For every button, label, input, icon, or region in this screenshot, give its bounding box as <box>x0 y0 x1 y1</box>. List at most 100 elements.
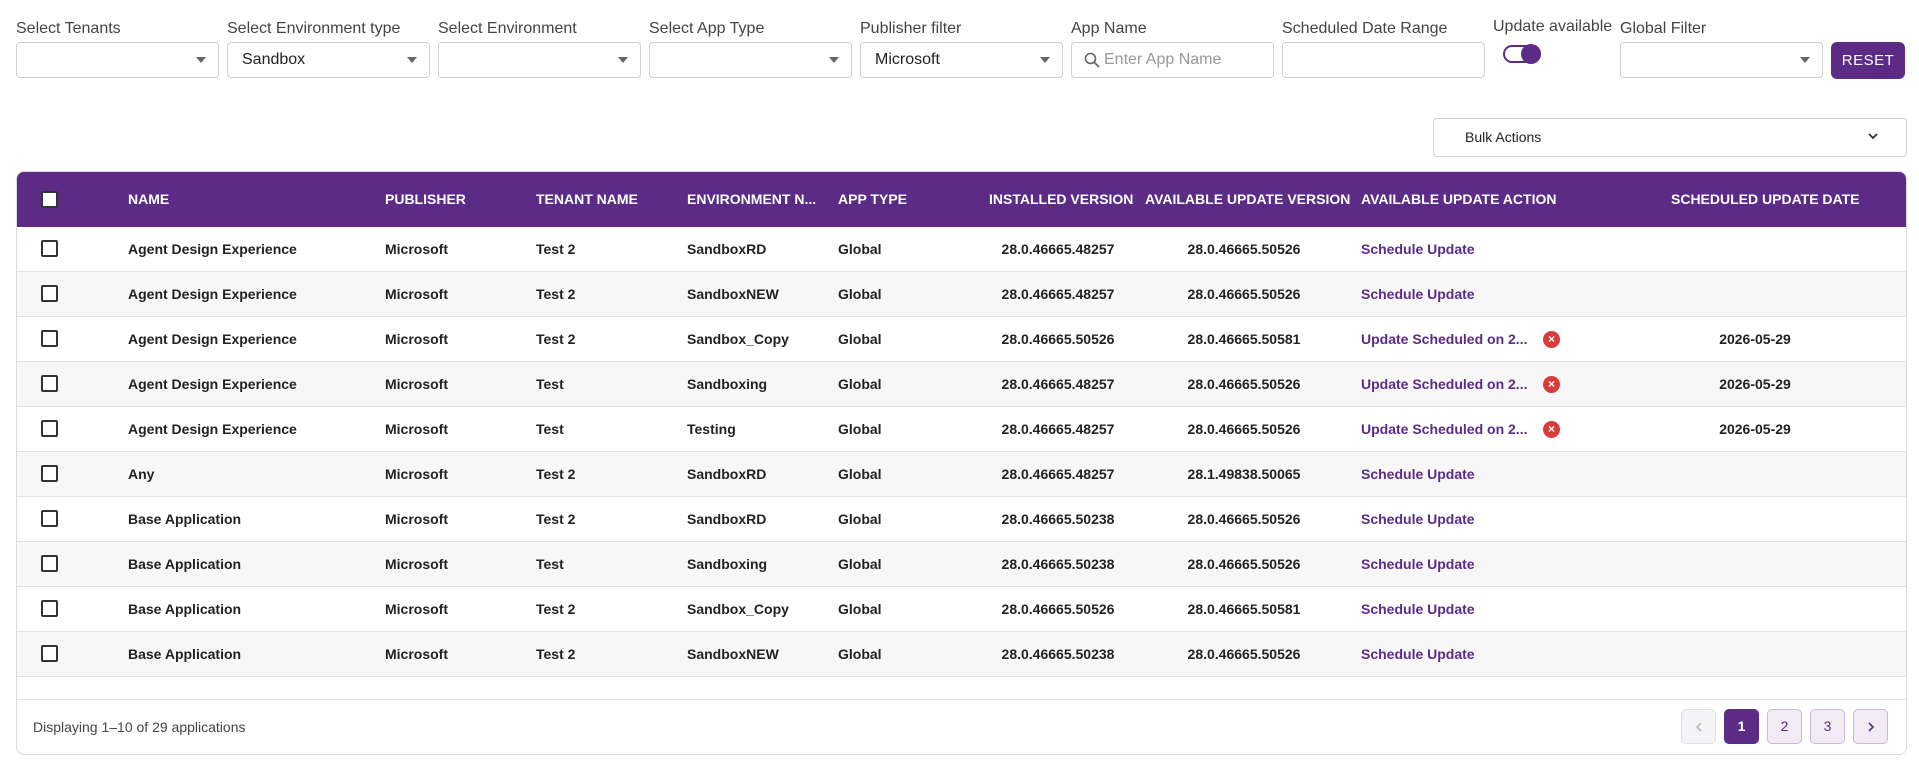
chevron-down-icon <box>1868 133 1878 140</box>
bulk-actions-dropdown[interactable]: Bulk Actions <box>1433 118 1907 157</box>
table-footer: Displaying 1–10 of 29 applications 1 2 3 <box>17 699 1906 754</box>
cancel-schedule-icon[interactable]: × <box>1543 331 1560 348</box>
page-1-button[interactable]: 1 <box>1724 709 1759 744</box>
cell-publisher: Microsoft <box>385 556 448 572</box>
tenants-select[interactable] <box>16 42 219 78</box>
environment-select[interactable] <box>438 42 641 78</box>
app-name-label: App Name <box>1071 20 1147 37</box>
schedule-update-link[interactable]: Schedule Update <box>1361 497 1475 541</box>
row-checkbox[interactable] <box>41 645 58 662</box>
toggle-knob <box>1521 44 1541 64</box>
cell-name: Agent Design Experience <box>128 286 297 302</box>
app-type-select[interactable] <box>649 42 852 78</box>
cell-publisher: Microsoft <box>385 646 448 662</box>
cell-environment: Sandbox_Copy <box>687 601 789 617</box>
row-checkbox[interactable] <box>41 375 58 392</box>
cell-available-version: 28.0.46665.50526 <box>1187 646 1301 662</box>
date-range-input[interactable] <box>1282 42 1485 78</box>
col-installed-version[interactable]: INSTALLED VERSION <box>989 172 1133 227</box>
cell-environment: Sandbox_Copy <box>687 331 789 347</box>
cell-name: Agent Design Experience <box>128 241 297 257</box>
cancel-schedule-icon[interactable]: × <box>1543 376 1560 393</box>
app-name-field[interactable] <box>1071 42 1274 78</box>
select-all-checkbox[interactable] <box>41 191 58 208</box>
cell-environment: SandboxRD <box>687 466 767 482</box>
col-publisher[interactable]: PUBLISHER <box>385 172 466 227</box>
schedule-update-link[interactable]: Schedule Update <box>1361 272 1475 316</box>
page-2-button[interactable]: 2 <box>1767 709 1802 744</box>
publisher-filter: Publisher filter Microsoft <box>860 18 1063 78</box>
cell-environment: SandboxNEW <box>687 286 779 302</box>
col-environment[interactable]: ENVIRONMENT N... <box>687 172 816 227</box>
table-row[interactable]: Any Microsoft Test 2 SandboxRD Global 28.0.46… <box>17 452 1906 497</box>
col-available-version[interactable]: AVAILABLE UPDATE VERSION <box>1145 172 1350 227</box>
row-checkbox[interactable] <box>41 285 58 302</box>
cell-app-type: Global <box>838 646 882 662</box>
row-checkbox[interactable] <box>41 330 58 347</box>
table-row[interactable]: Base Application Microsoft Test 2 SandboxRD… <box>17 497 1906 542</box>
prev-page-button[interactable] <box>1681 709 1716 744</box>
environment-label: Select Environment <box>438 20 577 37</box>
app-name-filter: App Name <box>1071 18 1274 78</box>
pagination-summary: Displaying 1–10 of 29 applications <box>33 719 246 735</box>
app-type-filter: Select App Type <box>649 18 852 78</box>
page-3-button[interactable]: 3 <box>1810 709 1845 744</box>
col-update-action[interactable]: AVAILABLE UPDATE ACTION <box>1361 172 1556 227</box>
schedule-update-link[interactable]: Schedule Update <box>1361 542 1475 586</box>
row-checkbox[interactable] <box>41 555 58 572</box>
cell-installed-version: 28.0.46665.50238 <box>1001 556 1115 572</box>
table-row[interactable]: Base Application Microsoft Test 2 Sandbox_C… <box>17 587 1906 632</box>
app-name-input[interactable] <box>1104 43 1264 77</box>
col-tenant[interactable]: TENANT NAME <box>536 172 638 227</box>
chevron-left-icon <box>1695 722 1702 732</box>
row-checkbox[interactable] <box>41 420 58 437</box>
table-row[interactable]: Base Application Microsoft Test Sandboxing G… <box>17 542 1906 587</box>
table-row[interactable]: Agent Design Experience Microsoft Test 2 Sa… <box>17 227 1906 272</box>
cell-tenant: Test 2 <box>536 286 576 302</box>
cell-tenant: Test 2 <box>536 646 576 662</box>
table-row[interactable]: Agent Design Experience Microsoft Test Sand… <box>17 362 1906 407</box>
table-row[interactable]: Agent Design Experience Microsoft Test Test… <box>17 407 1906 452</box>
row-checkbox[interactable] <box>41 240 58 257</box>
table-header: NAME PUBLISHER TENANT NAME ENVIRONMENT N… <box>17 172 1906 227</box>
global-filter-select[interactable] <box>1620 42 1823 78</box>
schedule-update-link[interactable]: Schedule Update <box>1361 452 1475 496</box>
cell-environment: Sandboxing <box>687 556 768 572</box>
update-available-toggle[interactable] <box>1503 44 1541 64</box>
cell-app-type: Global <box>838 286 882 302</box>
col-app-type[interactable]: APP TYPE <box>838 172 907 227</box>
col-name[interactable]: NAME <box>128 172 169 227</box>
date-range-label: Scheduled Date Range <box>1282 20 1448 37</box>
col-scheduled-date[interactable]: SCHEDULED UPDATE DATE <box>1671 172 1860 227</box>
row-checkbox[interactable] <box>41 465 58 482</box>
env-type-value: Sandbox <box>242 51 306 68</box>
cell-installed-version: 28.0.46665.50526 <box>1001 601 1115 617</box>
caret-down-icon <box>1040 57 1050 63</box>
cell-scheduled-date: 2026-05-29 <box>1719 421 1791 437</box>
schedule-update-link[interactable]: Schedule Update <box>1361 587 1475 631</box>
cell-installed-version: 28.0.46665.48257 <box>1001 466 1115 482</box>
schedule-update-link[interactable]: Schedule Update <box>1361 632 1475 676</box>
table-row[interactable]: Agent Design Experience Microsoft Test 2 Sa… <box>17 317 1906 362</box>
caret-down-icon <box>618 57 628 63</box>
cell-tenant: Test <box>536 556 564 572</box>
table-row[interactable]: Agent Design Experience Microsoft Test 2 Sa… <box>17 272 1906 317</box>
scheduled-update-link[interactable]: Update Scheduled on 2... <box>1361 407 1527 451</box>
next-page-button[interactable] <box>1853 709 1888 744</box>
cell-available-version: 28.0.46665.50526 <box>1187 421 1301 437</box>
row-checkbox[interactable] <box>41 510 58 527</box>
scheduled-update-link[interactable]: Update Scheduled on 2... <box>1361 362 1527 406</box>
caret-down-icon <box>407 57 417 63</box>
env-type-select[interactable]: Sandbox <box>227 42 430 78</box>
reset-button[interactable]: RESET <box>1831 42 1905 79</box>
cell-installed-version: 28.0.46665.48257 <box>1001 421 1115 437</box>
cancel-schedule-icon[interactable]: × <box>1543 421 1560 438</box>
row-checkbox[interactable] <box>41 600 58 617</box>
cell-name: Agent Design Experience <box>128 376 297 392</box>
schedule-update-link[interactable]: Schedule Update <box>1361 227 1475 271</box>
caret-down-icon <box>1800 57 1810 63</box>
scheduled-update-link[interactable]: Update Scheduled on 2... <box>1361 317 1527 361</box>
cell-name: Any <box>128 466 155 482</box>
publisher-select[interactable]: Microsoft <box>860 42 1063 78</box>
table-row[interactable]: Base Application Microsoft Test 2 SandboxNE… <box>17 632 1906 677</box>
